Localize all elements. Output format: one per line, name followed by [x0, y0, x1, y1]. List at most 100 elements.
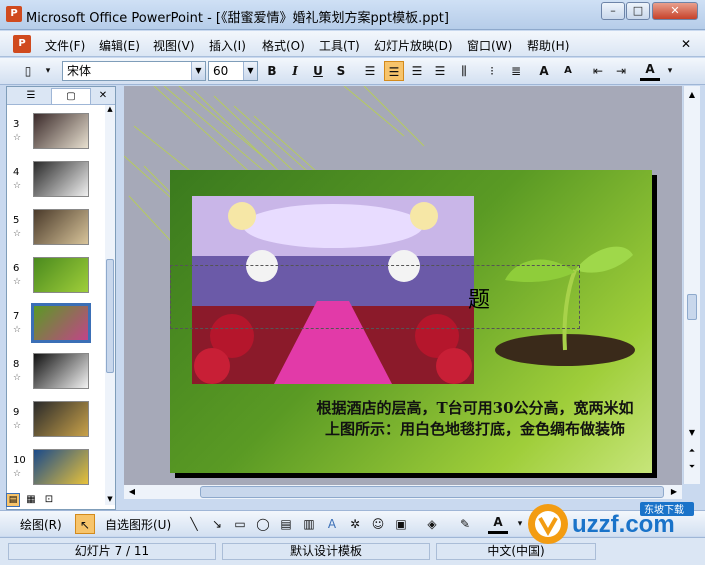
scroll-up-icon[interactable]: ▲ [105, 105, 115, 115]
slide-thumbnail-row[interactable]: 5 ☆ [9, 207, 95, 251]
menu-file[interactable]: 文件(F) [45, 37, 85, 54]
font-name-select[interactable]: 宋体 ▼ [62, 61, 206, 81]
select-pointer-icon[interactable]: ↖ [75, 514, 95, 534]
oval-icon[interactable]: ◯ [253, 514, 273, 534]
scroll-down-icon[interactable]: ▼ [685, 426, 699, 440]
scroll-left-icon[interactable]: ◀ [126, 486, 138, 498]
slideshow-view-icon[interactable]: ⊡ [42, 493, 56, 507]
chevron-down-icon[interactable]: ▼ [243, 62, 257, 80]
workspace-horizontal-scrollbar[interactable]: ◀ ▶ [124, 485, 682, 499]
slide-thumbnail[interactable] [33, 401, 89, 437]
workspace-vertical-scrollbar[interactable]: ▲ ▼ ⏶ ⏷ [683, 86, 700, 484]
picture-icon[interactable]: ▣ [391, 514, 411, 534]
autoshapes-menu[interactable]: 自选图形(U) [105, 516, 171, 533]
menu-insert[interactable]: 插入(I) [209, 37, 246, 54]
align-center-icon[interactable]: ☰ [384, 61, 404, 81]
arrow-icon[interactable]: ↘ [207, 514, 227, 534]
close-window-button[interactable]: ✕ [652, 2, 698, 20]
diagram-icon[interactable]: ✲ [345, 514, 365, 534]
scroll-thumb[interactable] [106, 259, 114, 373]
menu-tools[interactable]: 工具(T) [319, 37, 360, 54]
slide-thumbnail[interactable] [33, 449, 89, 485]
align-left-icon[interactable]: ☰ [360, 61, 380, 81]
line-icon[interactable]: ╲ [184, 514, 204, 534]
slide-thumbnail-row[interactable]: 8 ☆ [9, 351, 95, 395]
animation-star-icon: ☆ [13, 469, 22, 479]
previous-slide-icon[interactable]: ⏶ [685, 444, 699, 458]
maximize-button[interactable]: □ [626, 2, 650, 20]
document-icon[interactable]: P [13, 35, 31, 53]
slide-thumbnail[interactable] [33, 161, 89, 197]
slide-thumbnail-row[interactable]: 4 ☆ [9, 159, 95, 203]
textbox-icon[interactable]: ▤ [276, 514, 296, 534]
distribute-icon[interactable]: ⫼ [454, 61, 474, 81]
panel-scrollbar[interactable]: ▲ ▼ [105, 105, 115, 505]
font-color-button[interactable]: A [640, 61, 660, 81]
scroll-thumb[interactable] [687, 294, 697, 320]
align-right-icon[interactable]: ☰ [407, 61, 427, 81]
powerpoint-app-icon[interactable]: P [6, 6, 22, 22]
menu-help[interactable]: 帮助(H) [527, 37, 569, 54]
slide-body-text[interactable]: 根据酒店的层高，T台可用30公分高，宽两米如上图所示：用白色地毯打底，金色绸布做… [310, 398, 640, 440]
line-color-icon[interactable]: ✎ [455, 514, 475, 534]
slide-number: 7 [13, 311, 20, 322]
menu-slideshow[interactable]: 幻灯片放映(D) [374, 37, 453, 54]
italic-button[interactable]: I [285, 61, 305, 81]
next-slide-icon[interactable]: ⏷ [685, 460, 699, 474]
window-title: Microsoft Office PowerPoint - [《甜蜜爱情》婚礼策… [26, 11, 449, 26]
draw-menu[interactable]: 绘图(R) [20, 516, 62, 533]
slide-thumbnail-row[interactable]: 6 ☆ [9, 255, 95, 299]
slide-number: 6 [13, 263, 20, 274]
animation-star-icon: ☆ [13, 421, 22, 431]
font-size-select[interactable]: 60 ▼ [208, 61, 258, 81]
slide-canvas[interactable]: 题 根据酒店的层高，T台可用30公分高，宽两米如上图所示：用白色地毯打底，金色绸… [170, 170, 652, 473]
normal-view-icon[interactable]: ▤ [6, 493, 20, 507]
panel-close-button[interactable]: ✕ [93, 88, 113, 104]
sorter-view-icon[interactable]: ▦ [24, 493, 38, 507]
increase-font-button[interactable]: A [534, 61, 554, 81]
bold-button[interactable]: B [262, 61, 282, 81]
increase-indent-icon[interactable]: ⇥ [611, 61, 631, 81]
menu-edit[interactable]: 编辑(E) [99, 37, 140, 54]
document-close-button[interactable]: ✕ [681, 37, 691, 51]
decrease-font-button[interactable]: A [558, 61, 578, 81]
scroll-thumb[interactable] [200, 486, 664, 498]
underline-button[interactable]: U [308, 61, 328, 81]
menu-format[interactable]: 格式(O) [262, 37, 305, 54]
clipart-icon[interactable]: ☺ [368, 514, 388, 534]
slide-thumbnail[interactable] [33, 113, 89, 149]
scroll-right-icon[interactable]: ▶ [668, 486, 680, 498]
slide-thumbnail-row[interactable]: 3 ☆ [9, 111, 95, 155]
new-file-icon[interactable]: ▯ [18, 61, 38, 81]
menu-view[interactable]: 视图(V) [153, 37, 195, 54]
slide-thumbnail-row[interactable]: 10 ☆ [9, 447, 95, 491]
slide-thumbnail[interactable] [33, 209, 89, 245]
shadow-button[interactable]: S [331, 61, 351, 81]
toolbar-options-icon[interactable]: ▾ [38, 61, 58, 81]
minimize-button[interactable]: – [601, 2, 625, 20]
animation-star-icon: ☆ [13, 133, 22, 143]
justify-icon[interactable]: ☰ [430, 61, 450, 81]
chevron-down-icon[interactable]: ▼ [191, 62, 205, 80]
formatting-toolbar: ▯ ▾ 宋体 ▼ 60 ▼ B I U S ☰ ☰ ☰ ☰ ⫼ ⁝ ≣ A A … [0, 58, 705, 85]
vertical-textbox-icon[interactable]: ▥ [299, 514, 319, 534]
slide-thumbnail-row[interactable]: 7 ☆ [9, 303, 95, 347]
bullets-icon[interactable]: ≣ [506, 61, 526, 81]
tab-slides[interactable]: ▢ [51, 88, 91, 104]
slide-thumbnail-row[interactable]: 9 ☆ [9, 399, 95, 443]
slide-thumbnail[interactable] [33, 257, 89, 293]
slide-thumbnail[interactable] [33, 353, 89, 389]
font-color-dropdown-icon[interactable]: ▾ [660, 61, 680, 81]
numbering-icon[interactable]: ⁝ [482, 61, 502, 81]
scroll-up-icon[interactable]: ▲ [685, 88, 699, 102]
tab-outline[interactable]: ☰ [11, 88, 51, 104]
wordart-icon[interactable]: A [322, 514, 342, 534]
slide-workspace[interactable]: 题 根据酒店的层高，T台可用30公分高，宽两米如上图所示：用白色地毯打底，金色绸… [124, 86, 682, 485]
rectangle-icon[interactable]: ▭ [230, 514, 250, 534]
decrease-indent-icon[interactable]: ⇤ [588, 61, 608, 81]
menu-window[interactable]: 窗口(W) [467, 37, 512, 54]
title-placeholder[interactable] [170, 265, 580, 329]
fill-color-icon[interactable]: ◈ [422, 514, 442, 534]
font-color-button[interactable]: A [488, 514, 508, 534]
slide-thumbnail[interactable] [31, 303, 91, 343]
